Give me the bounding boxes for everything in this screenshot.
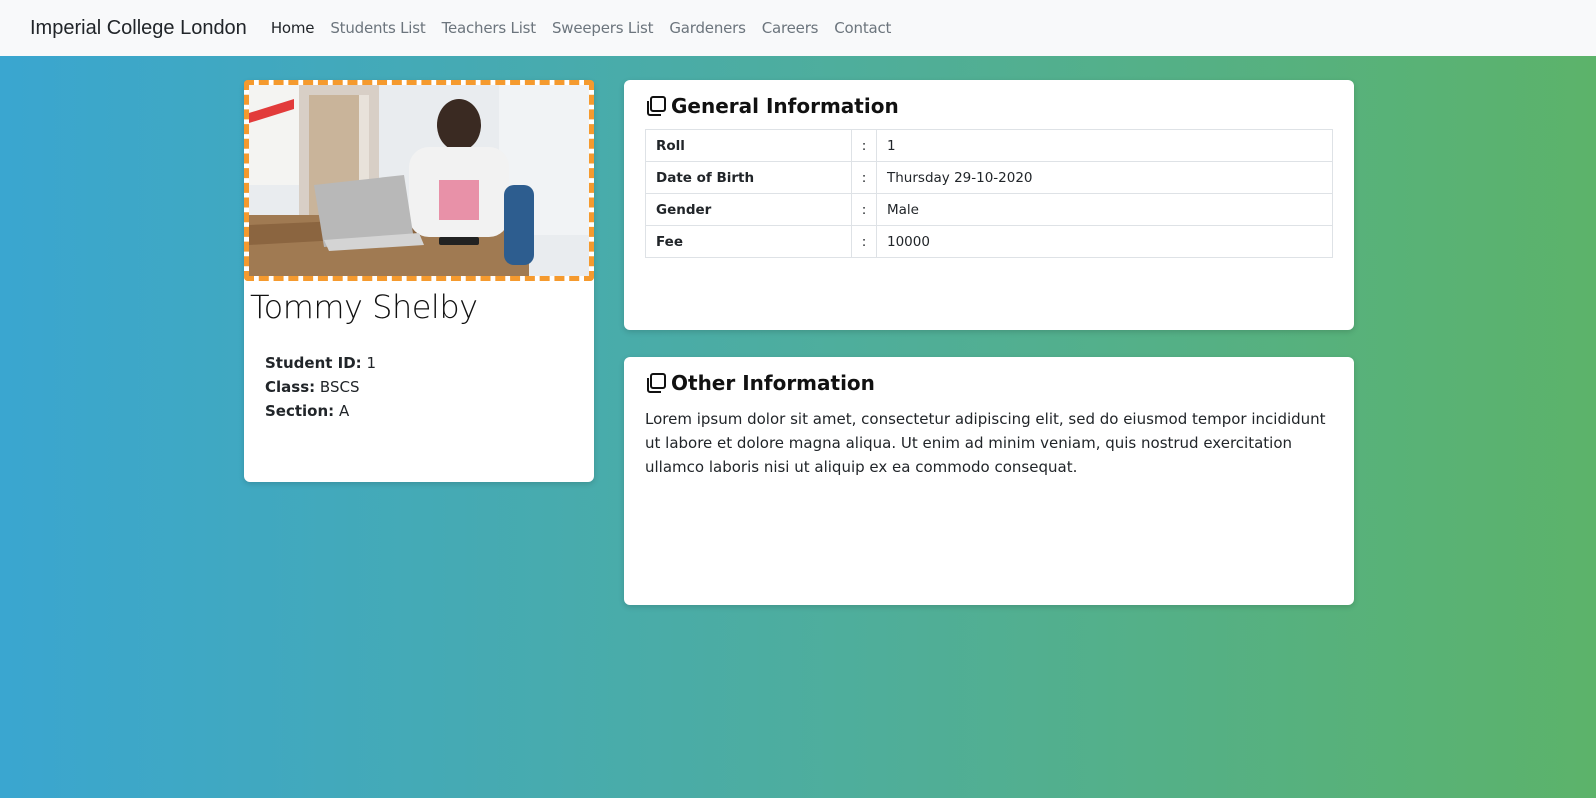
row-value: 1 xyxy=(876,129,1333,162)
row-separator: : xyxy=(851,193,877,226)
detail-label: Section: xyxy=(265,402,335,420)
student-photo xyxy=(244,80,594,281)
row-key: Gender xyxy=(645,193,852,226)
detail-student-id: Student ID: 1 xyxy=(265,351,376,375)
table-row: Roll : 1 xyxy=(645,129,1333,162)
row-separator: : xyxy=(851,225,877,258)
student-details: Student ID: 1 Class: BSCS Section: A xyxy=(265,351,376,423)
nav-teachers-list[interactable]: Teachers List xyxy=(434,19,544,37)
brand-link[interactable]: Imperial College London xyxy=(30,17,247,40)
nav-students-list[interactable]: Students List xyxy=(322,19,433,37)
detail-label: Student ID: xyxy=(265,354,362,372)
row-key: Roll xyxy=(645,129,852,162)
table-row: Gender : Male xyxy=(645,193,1333,226)
row-value: Thursday 29-10-2020 xyxy=(876,161,1333,194)
card-title-text: General Information xyxy=(671,94,899,118)
nav-home[interactable]: Home xyxy=(263,19,323,37)
general-information-card: General Information Roll : 1 Date of Bir… xyxy=(624,80,1354,330)
row-key: Date of Birth xyxy=(645,161,852,194)
detail-value: A xyxy=(338,402,350,420)
other-information-text: Lorem ipsum dolor sit amet, consectetur … xyxy=(645,410,1326,476)
other-information-card: Other Information Lorem ipsum dolor sit … xyxy=(624,357,1354,605)
detail-label: Class: xyxy=(265,378,316,396)
nav-contact[interactable]: Contact xyxy=(826,19,899,37)
nav-gardeners[interactable]: Gardeners xyxy=(661,19,753,37)
profile-card: Tommy Shelby Student ID: 1 Class: BSCS S… xyxy=(244,80,594,482)
detail-value: 1 xyxy=(366,354,376,372)
row-separator: : xyxy=(851,161,877,194)
nav-careers[interactable]: Careers xyxy=(754,19,827,37)
row-key: Fee xyxy=(645,225,852,258)
copy-icon xyxy=(645,95,667,117)
card-title-text: Other Information xyxy=(671,371,875,395)
detail-class: Class: BSCS xyxy=(265,375,376,399)
copy-icon xyxy=(645,372,667,394)
student-name: Tommy Shelby xyxy=(250,288,478,326)
table-row: Date of Birth : Thursday 29-10-2020 xyxy=(645,161,1333,194)
row-separator: : xyxy=(851,129,877,162)
row-value: Male xyxy=(876,193,1333,226)
general-information-title: General Information xyxy=(645,94,899,118)
other-information-title: Other Information xyxy=(645,371,875,395)
nav-sweepers-list[interactable]: Sweepers List xyxy=(544,19,661,37)
general-info-table: Roll : 1 Date of Birth : Thursday 29-10-… xyxy=(645,129,1333,258)
table-row: Fee : 10000 xyxy=(645,225,1333,258)
navbar: Imperial College London Home Students Li… xyxy=(0,0,1596,56)
student-photo-image xyxy=(249,85,589,276)
detail-value: BSCS xyxy=(319,378,360,396)
detail-section: Section: A xyxy=(265,399,376,423)
row-value: 10000 xyxy=(876,225,1333,258)
